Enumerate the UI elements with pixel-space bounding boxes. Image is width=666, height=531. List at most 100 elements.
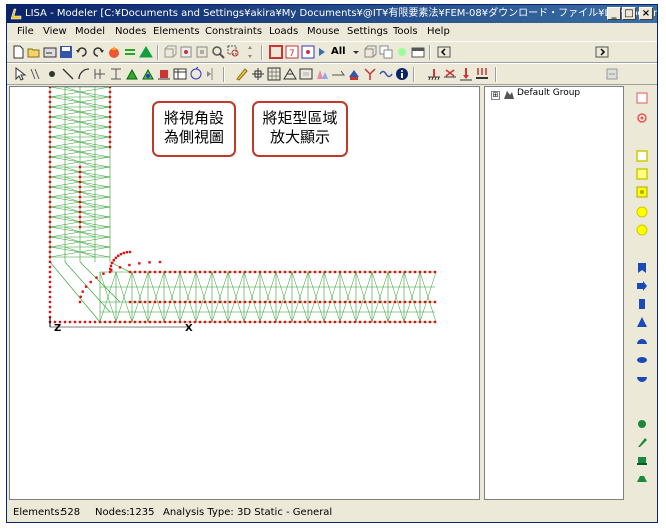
green-hat-icon[interactable] <box>636 472 648 484</box>
maximize-button[interactable]: □ <box>622 7 636 20</box>
ellipse-icon[interactable] <box>636 354 648 366</box>
slider-right-icon[interactable] <box>595 45 609 59</box>
tri-mesh-icon[interactable] <box>283 67 297 81</box>
element-number-icon[interactable] <box>301 45 315 59</box>
shape-circle-small-icon[interactable] <box>636 224 648 236</box>
select-all-icon[interactable] <box>317 45 331 59</box>
table-icon[interactable] <box>173 67 187 81</box>
wave-icon[interactable] <box>379 67 393 81</box>
menu-elements[interactable]: Elements <box>153 26 200 37</box>
mesh-node <box>108 135 112 139</box>
undo-icon[interactable] <box>75 45 89 59</box>
load-pressure-icon[interactable] <box>475 67 489 81</box>
half-disk-down-icon[interactable] <box>636 372 648 384</box>
menu-tools[interactable]: Tools <box>393 26 418 37</box>
arrow-right-icon[interactable] <box>636 280 648 292</box>
view-iso-icon[interactable] <box>163 45 177 59</box>
select-region-icon[interactable] <box>29 67 43 81</box>
info-icon[interactable] <box>395 67 409 81</box>
triangle-icon[interactable] <box>139 45 153 59</box>
sweep-icon[interactable] <box>157 67 171 81</box>
select-box-icon[interactable] <box>636 92 648 104</box>
zoom-icon[interactable] <box>211 45 225 59</box>
green-pen-icon[interactable] <box>636 436 648 448</box>
mesh-join-icon[interactable] <box>109 67 123 81</box>
frame-icon[interactable] <box>299 67 313 81</box>
pencil-icon[interactable] <box>235 67 249 81</box>
mesh-node <box>138 300 142 304</box>
menu-help[interactable]: Help <box>427 26 450 37</box>
translate-icon[interactable] <box>251 67 265 81</box>
redo-icon[interactable] <box>91 45 105 59</box>
close-button[interactable]: × <box>639 7 653 20</box>
zoom-rectangle-icon[interactable] <box>227 45 241 59</box>
open-folder-icon[interactable] <box>27 45 41 59</box>
mesh-node <box>128 320 132 324</box>
minimize-button[interactable]: _ <box>607 7 621 20</box>
mesh-paint-icon[interactable] <box>347 67 361 81</box>
extrude-icon[interactable] <box>125 67 139 81</box>
menu-mouse[interactable]: Mouse <box>307 26 339 37</box>
view-side-icon[interactable] <box>179 45 193 59</box>
window-icon[interactable] <box>411 45 425 59</box>
mesh-node <box>193 300 197 304</box>
menu-file[interactable]: File <box>17 26 34 37</box>
menu-model[interactable]: Model <box>75 26 105 37</box>
half-disk-icon[interactable] <box>636 336 648 348</box>
triangle-up-icon[interactable] <box>636 316 648 328</box>
status-nodes-label: Nodes: <box>95 507 130 518</box>
node-number-icon[interactable]: 7 <box>285 45 299 59</box>
menu-view[interactable]: View <box>43 26 67 37</box>
mesh-node <box>428 270 432 274</box>
mesh-node <box>78 205 82 209</box>
menu-nodes[interactable]: Nodes <box>115 26 146 37</box>
link-icon[interactable] <box>331 67 345 81</box>
add-node-icon[interactable] <box>45 67 59 81</box>
save-icon[interactable] <box>59 45 73 59</box>
light-icon[interactable] <box>395 45 409 59</box>
view-top-icon[interactable] <box>195 45 209 59</box>
shape-square-icon[interactable] <box>636 150 648 162</box>
merge-icon[interactable] <box>363 67 377 81</box>
equals-icon[interactable] <box>123 45 137 59</box>
shape-circle-icon[interactable] <box>636 206 648 218</box>
model-viewport[interactable]: Z X <box>9 85 480 500</box>
menu-loads[interactable]: Loads <box>269 26 298 37</box>
new-file-icon[interactable] <box>11 45 25 59</box>
copy-icon[interactable] <box>379 45 393 59</box>
arc-icon[interactable] <box>77 67 91 81</box>
shape-square-dot-icon[interactable] <box>636 186 648 198</box>
line-icon[interactable] <box>61 67 75 81</box>
shape-square-filled-icon[interactable] <box>636 168 648 180</box>
constraint-pin-icon[interactable] <box>443 67 457 81</box>
mesh-node <box>413 270 417 274</box>
dropdown-arrow-icon[interactable] <box>349 45 363 59</box>
fit-view-icon[interactable] <box>269 45 283 59</box>
revolve-icon[interactable] <box>141 67 155 81</box>
bar-icon[interactable] <box>636 298 648 310</box>
constraint-fixed-icon[interactable] <box>427 67 441 81</box>
colors-icon[interactable] <box>315 67 329 81</box>
cube-icon[interactable] <box>363 45 377 59</box>
mesh-node <box>383 270 387 274</box>
settings-gear-icon[interactable] <box>636 112 648 124</box>
green-cup-icon[interactable] <box>636 454 648 466</box>
select-all-label[interactable]: All <box>331 46 346 57</box>
mesh-split-icon[interactable] <box>93 67 107 81</box>
rotate-icon[interactable] <box>189 67 203 81</box>
pointer-icon[interactable] <box>13 67 27 81</box>
menu-settings[interactable]: Settings <box>347 26 388 37</box>
pan-icon[interactable] <box>243 45 257 59</box>
green-blob-icon[interactable] <box>636 418 648 430</box>
tree-item-default-group[interactable]: Default Group <box>517 88 580 98</box>
flag-icon[interactable] <box>636 262 648 274</box>
solve-icon[interactable] <box>107 45 121 59</box>
load-force-icon[interactable] <box>459 67 473 81</box>
grid-icon[interactable] <box>267 67 281 81</box>
options-icon[interactable] <box>605 67 619 81</box>
slider-left-icon[interactable] <box>437 45 451 59</box>
import-icon[interactable] <box>43 45 57 59</box>
mirror-icon[interactable] <box>205 67 219 81</box>
tree-expander[interactable]: ⊞ <box>491 91 500 100</box>
menu-constraints[interactable]: Constraints <box>205 26 262 37</box>
